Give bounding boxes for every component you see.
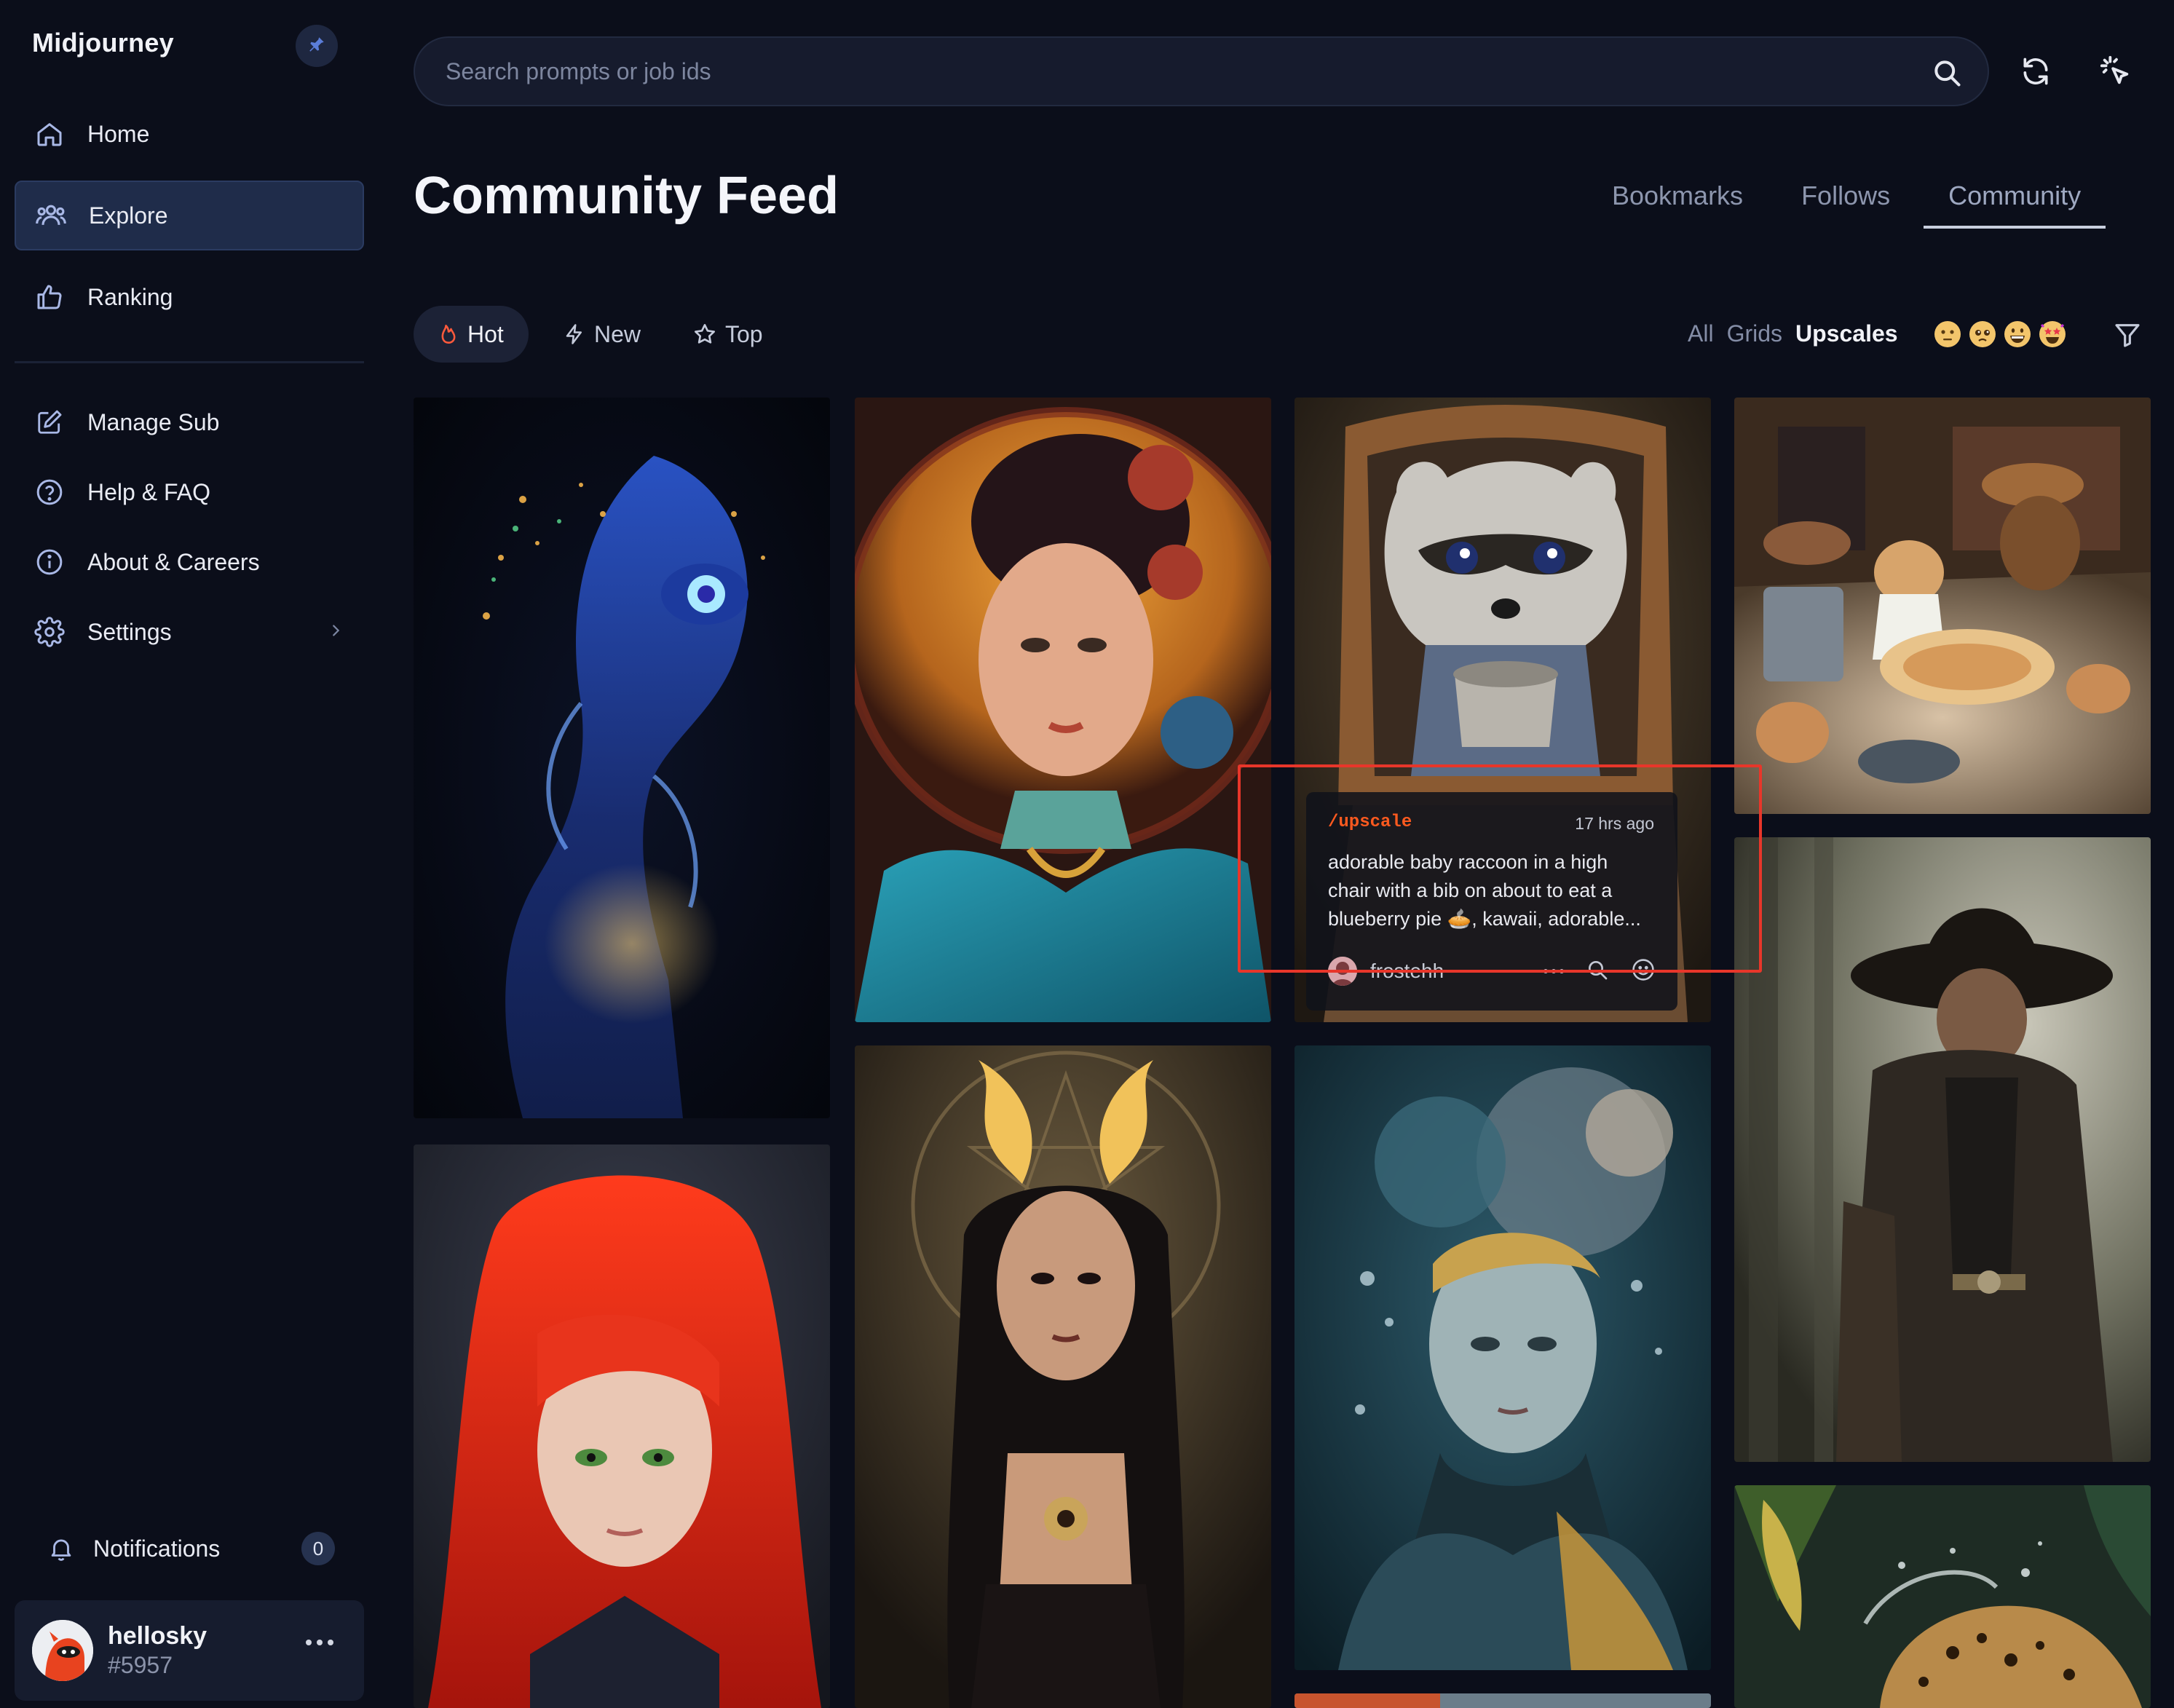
search-icon[interactable] (1931, 57, 1963, 92)
sidebar-item-manage-sub[interactable]: Manage Sub (15, 387, 364, 457)
zoom-icon[interactable] (1586, 958, 1609, 985)
more-options-icon[interactable] (1543, 969, 1564, 973)
image-hover-card[interactable]: /upscale 17 hrs ago adorable baby raccoo… (1306, 792, 1677, 1011)
gallery-item-red-hair-girl[interactable] (414, 1144, 830, 1708)
sidebar-item-about[interactable]: About & Careers (15, 527, 364, 597)
react-emoji-icon[interactable] (1631, 957, 1656, 986)
app-root: Midjourney Home Explore Ranking Manage S… (0, 0, 2174, 1708)
people-icon (35, 199, 67, 232)
cursor-click-icon[interactable] (2097, 52, 2135, 90)
filter-icon[interactable] (2113, 320, 2142, 353)
timestamp: 17 hrs ago (1575, 814, 1654, 833)
avatar[interactable] (1328, 957, 1357, 986)
grinning-face-icon[interactable] (2004, 320, 2031, 348)
sidebar-item-help[interactable]: Help & FAQ (15, 457, 364, 527)
emoji-filter-row (1934, 320, 2074, 348)
gallery-item-ornate-woman-portrait[interactable] (855, 398, 1271, 1022)
pin-icon (307, 35, 326, 58)
gallery-item-cowboy-portrait[interactable] (1734, 837, 2151, 1462)
sidebar-item-settings[interactable]: Settings (15, 597, 364, 667)
brand-logo[interactable]: Midjourney (32, 28, 174, 58)
page-title: Community Feed (414, 167, 839, 225)
sort-label: New (594, 320, 641, 347)
tab-bookmarks[interactable]: Bookmarks (1612, 181, 1743, 229)
help-icon (33, 476, 66, 508)
sidebar-item-label: Home (87, 120, 150, 147)
neutral-face-icon[interactable] (1934, 320, 1961, 348)
edit-icon (33, 406, 66, 438)
search-input[interactable] (446, 58, 1887, 85)
user-tag: #5957 (108, 1652, 173, 1678)
home-icon (33, 118, 66, 150)
sort-hot-button[interactable]: Hot (414, 306, 529, 363)
bell-icon (47, 1534, 76, 1563)
sidebar-item-home[interactable]: Home (15, 99, 364, 169)
filter-all[interactable]: All (1688, 320, 1714, 347)
view-tabs: Bookmarks Follows Community (1612, 181, 2106, 229)
star-struck-face-icon[interactable] (2039, 320, 2066, 348)
pleading-face-icon[interactable] (1969, 320, 1996, 348)
star-icon (693, 323, 716, 346)
pin-sidebar-button[interactable] (296, 25, 338, 67)
notification-count-badge: 0 (301, 1532, 335, 1565)
flame-icon (438, 323, 459, 345)
sidebar-item-ranking[interactable]: Ranking (15, 262, 364, 332)
sidebar-item-label: Settings (87, 618, 172, 645)
sidebar-item-explore[interactable]: Explore (15, 181, 364, 250)
gallery-item-leopard-splash[interactable] (1734, 1485, 2151, 1708)
thumbs-up-icon (33, 281, 66, 313)
gallery-item-cat-baker-diorama[interactable] (1734, 398, 2151, 814)
info-icon (33, 546, 66, 578)
author-name[interactable]: frostehh (1370, 960, 1543, 983)
user-name: hellosky (108, 1622, 207, 1650)
sidebar-item-label: Manage Sub (87, 408, 220, 435)
search-bar[interactable] (414, 36, 1989, 106)
sidebar-item-label: About & Careers (87, 548, 260, 575)
filter-grids[interactable]: Grids (1727, 320, 1782, 347)
sidebar-divider (15, 361, 364, 363)
user-more-button[interactable] (306, 1640, 333, 1645)
prompt-text[interactable]: adorable baby raccoon in a high chair wi… (1328, 848, 1656, 933)
sort-new-button[interactable]: New (539, 306, 665, 363)
filter-upscales[interactable]: Upscales (1795, 320, 1898, 347)
hover-card-footer: frostehh (1328, 955, 1656, 987)
sort-label: Top (725, 320, 763, 347)
sidebar-item-label: Ranking (87, 283, 173, 310)
user-profile-card[interactable]: hellosky #5957 (15, 1600, 364, 1701)
refresh-icon[interactable] (2017, 52, 2055, 90)
sidebar: Midjourney Home Explore Ranking Manage S… (0, 0, 379, 1708)
gallery-item-horned-witch[interactable] (855, 1045, 1271, 1708)
gear-icon (33, 616, 66, 648)
sort-top-button[interactable]: Top (668, 306, 788, 363)
notifications-button[interactable]: Notifications 0 (15, 1522, 364, 1575)
sidebar-item-label: Explore (89, 202, 168, 229)
avatar (32, 1620, 93, 1681)
type-filter: All Grids Upscales (1688, 320, 1898, 347)
hover-card-actions (1543, 957, 1656, 986)
tab-follows[interactable]: Follows (1801, 181, 1890, 229)
chevron-right-icon (328, 622, 344, 643)
bolt-icon (564, 323, 585, 346)
gallery-item-alien-creature[interactable] (414, 398, 830, 1118)
notifications-label: Notifications (93, 1535, 221, 1562)
sidebar-item-label: Help & FAQ (87, 478, 210, 505)
gallery-item-underwater-woman[interactable] (1294, 1045, 1711, 1670)
tab-community[interactable]: Community (1924, 181, 2106, 229)
gallery-item-next[interactable] (1294, 1693, 1711, 1708)
sort-label: Hot (467, 320, 504, 347)
